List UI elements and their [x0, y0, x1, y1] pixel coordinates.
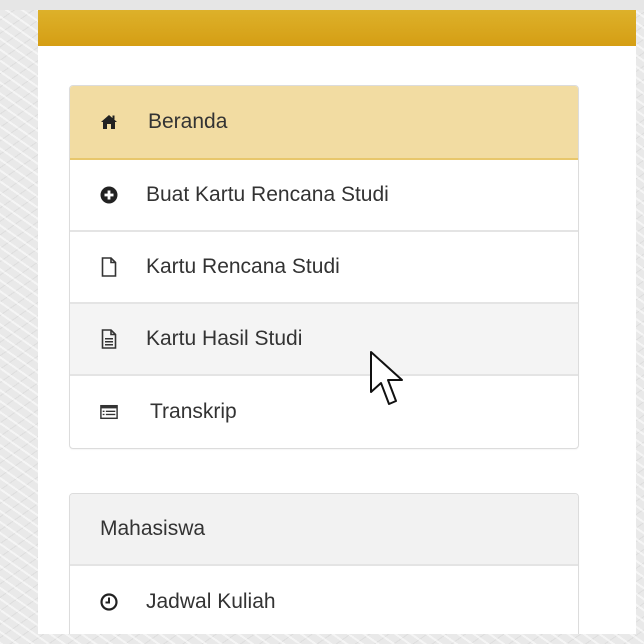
clock-icon: [100, 593, 118, 611]
home-icon: [100, 113, 118, 131]
navigation-menu: Beranda Buat Kartu Rencana Studi Kartu R…: [69, 85, 579, 449]
menu-item-buat-krs[interactable]: Buat Kartu Rencana Studi: [70, 160, 578, 232]
menu-item-label: Kartu Hasil Studi: [146, 327, 303, 350]
menu-item-label: Kartu Rencana Studi: [146, 255, 340, 278]
top-frame: [0, 0, 644, 10]
file-text-icon: [100, 329, 118, 349]
menu-item-label: Beranda: [148, 110, 228, 133]
menu-item-jadwal-kuliah[interactable]: Jadwal Kuliah: [70, 566, 578, 634]
list-icon: [100, 403, 118, 421]
plus-circle-icon: [100, 186, 118, 204]
panel-heading: Mahasiswa: [70, 494, 578, 566]
file-icon: [100, 257, 118, 277]
menu-item-khs[interactable]: Kartu Hasil Studi: [70, 304, 578, 376]
menu-item-label: Buat Kartu Rencana Studi: [146, 183, 389, 206]
menu-item-krs[interactable]: Kartu Rencana Studi: [70, 232, 578, 304]
header-bar: [38, 10, 636, 46]
main-content: Beranda Buat Kartu Rencana Studi Kartu R…: [38, 10, 636, 634]
menu-item-beranda[interactable]: Beranda: [70, 86, 578, 160]
menu-item-label: Jadwal Kuliah: [146, 590, 276, 613]
menu-item-transkrip[interactable]: Transkrip: [70, 376, 578, 448]
mahasiswa-panel: Mahasiswa Jadwal Kuliah: [69, 493, 579, 634]
menu-item-label: Transkrip: [150, 400, 237, 423]
